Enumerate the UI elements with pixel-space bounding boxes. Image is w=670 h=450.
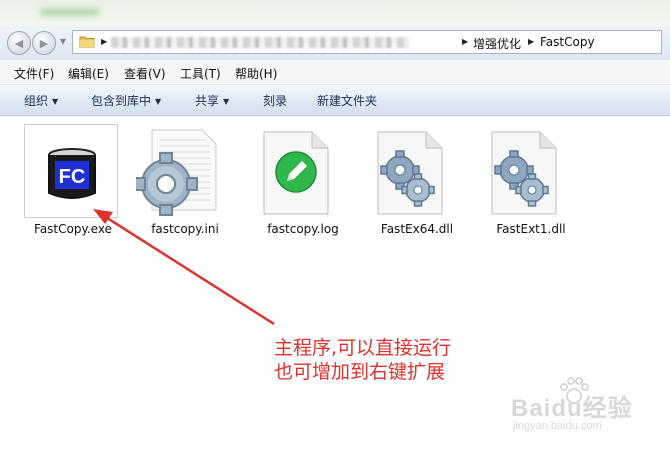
file-item-fastcopy-log[interactable]: fastcopy.log bbox=[254, 124, 354, 236]
window-top-strip bbox=[0, 0, 670, 26]
file-item-fastext1-dll[interactable]: FastExt1.dll bbox=[482, 124, 582, 236]
new-folder-button[interactable]: 新建文件夹 bbox=[317, 92, 377, 109]
file-item-fastcopy-ini[interactable]: fastcopy.ini bbox=[134, 124, 236, 236]
share-button[interactable]: 共享 ▼ bbox=[195, 92, 229, 109]
annotation-line: 也可增加到右键扩展 bbox=[274, 361, 446, 383]
menu-view[interactable]: 查看(V) bbox=[124, 65, 166, 82]
file-name: fastcopy.log bbox=[267, 222, 339, 236]
back-button[interactable]: ◀ bbox=[7, 31, 31, 55]
menu-file[interactable]: 文件(F) bbox=[14, 65, 54, 82]
dll-gears-icon bbox=[377, 131, 443, 215]
breadcrumb-chevron-icon[interactable]: ▶ bbox=[462, 36, 468, 48]
breadcrumb-chevron-icon[interactable]: ▶ bbox=[528, 36, 534, 48]
file-name: FastExt1.dll bbox=[496, 222, 566, 236]
watermark-brand: Baidu经验 bbox=[511, 395, 633, 422]
dll-gears-icon bbox=[491, 131, 557, 215]
menu-bar: 文件(F) 编辑(E) 查看(V) 工具(T) 帮助(H) bbox=[0, 60, 670, 85]
forward-button[interactable]: ▶ bbox=[32, 31, 56, 55]
annotation-line: 主程序,可以直接运行 bbox=[274, 337, 452, 359]
menu-help[interactable]: 帮助(H) bbox=[235, 65, 277, 82]
file-name: FastEx64.dll bbox=[380, 222, 454, 236]
breadcrumb-item[interactable]: 增强优化 bbox=[473, 35, 521, 52]
command-bar: 组织 ▼ 包含到库中 ▼ 共享 ▼ 刻录 新建文件夹 bbox=[0, 85, 670, 116]
dropdown-caret-icon: ▼ bbox=[155, 97, 162, 106]
log-pencil-icon bbox=[263, 131, 329, 215]
blurred-path bbox=[111, 37, 409, 48]
organize-button[interactable]: 组织 ▼ bbox=[24, 92, 58, 109]
fastcopy-exe-icon: FC bbox=[48, 148, 96, 199]
breadcrumb-chevron-icon[interactable]: ▶ bbox=[101, 36, 107, 48]
file-item-fastcopy-exe[interactable]: FC FastCopy.exe bbox=[24, 124, 124, 236]
menu-tools[interactable]: 工具(T) bbox=[180, 65, 221, 82]
recent-pages-dropdown[interactable]: ▼ bbox=[58, 36, 68, 48]
file-name: fastcopy.ini bbox=[151, 222, 219, 236]
breadcrumb-item[interactable]: FastCopy bbox=[540, 35, 595, 49]
file-name: FastCopy.exe bbox=[34, 222, 112, 236]
baidu-watermark: Baidu经验 jingyan.baidu.com bbox=[505, 377, 655, 444]
annotation-text: 主程序,可以直接运行 也可增加到右键扩展 bbox=[274, 336, 451, 384]
menu-edit[interactable]: 编辑(E) bbox=[68, 65, 109, 82]
svg-text:FC: FC bbox=[59, 166, 86, 188]
navigation-bar: ◀ ▶ ▼ ▶ ▶ 增强优化 ▶ FastCopy bbox=[0, 26, 670, 60]
include-in-library-button[interactable]: 包含到库中 ▼ bbox=[91, 92, 161, 109]
file-item-fastex64-dll[interactable]: FastEx64.dll bbox=[368, 124, 468, 236]
watermark-url: jingyan.baidu.com bbox=[513, 420, 602, 432]
dropdown-caret-icon: ▼ bbox=[52, 97, 59, 106]
address-bar[interactable]: ▶ ▶ 增强优化 ▶ FastCopy bbox=[72, 30, 662, 54]
ini-settings-icon bbox=[134, 129, 217, 216]
burn-button[interactable]: 刻录 bbox=[263, 92, 287, 109]
dropdown-caret-icon: ▼ bbox=[223, 97, 230, 106]
folder-icon bbox=[79, 36, 95, 48]
